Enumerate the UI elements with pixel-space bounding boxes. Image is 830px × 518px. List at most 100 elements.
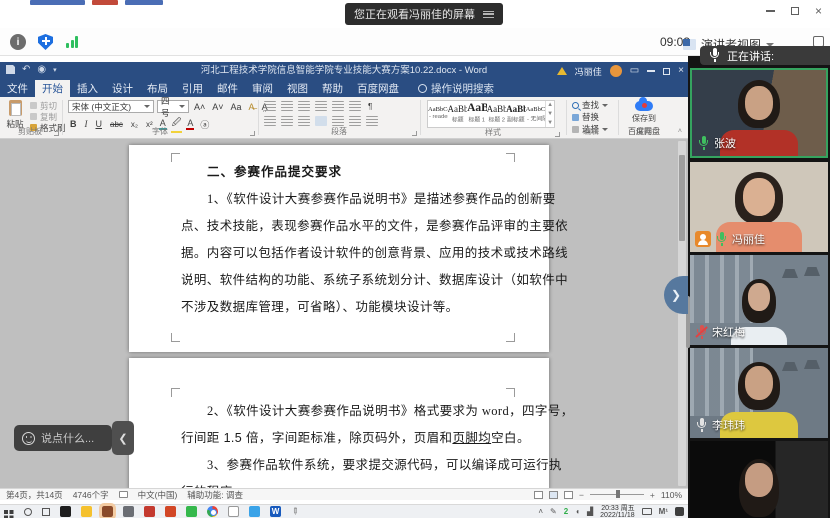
word-app-icon[interactable]: W (270, 506, 281, 517)
style-item[interactable]: AaBt标题 1 (467, 101, 487, 127)
file-explorer-icon[interactable] (81, 506, 92, 517)
tray-expand-icon[interactable]: ˄ (538, 507, 543, 516)
word-count[interactable]: 4746个字 (73, 489, 109, 501)
emoji-icon[interactable] (22, 432, 35, 445)
sort-icon[interactable] (349, 101, 361, 111)
collapse-ribbon-icon[interactable]: ˄ (678, 128, 682, 135)
minimize-icon[interactable] (766, 10, 775, 12)
multilevel-list-icon[interactable] (298, 101, 310, 111)
copy-button[interactable]: 复制 (30, 112, 66, 121)
zoom-slider-thumb[interactable] (616, 490, 620, 498)
replace-button[interactable]: 替换 (572, 112, 608, 122)
cut-button[interactable]: 剪切 (30, 101, 66, 110)
tab-design[interactable]: 设计 (105, 80, 140, 97)
network-icon[interactable]: ▟ (587, 507, 593, 516)
styles-scroll-arrows[interactable]: ▲▼▼ (545, 101, 554, 127)
clear-format-button[interactable]: A̶ (247, 102, 257, 112)
style-item[interactable]: AaBbCcDc- reader (428, 101, 448, 127)
taskbar-app-1[interactable] (60, 506, 71, 517)
increase-indent-icon[interactable] (332, 101, 344, 111)
change-case-button[interactable]: Aa (229, 102, 244, 112)
print-layout-icon[interactable] (549, 491, 558, 499)
zoom-in-icon[interactable]: + (650, 490, 655, 500)
account-name[interactable]: 冯丽佳 (575, 65, 602, 78)
font-name-select[interactable]: 宋体 (中文正文) (68, 100, 154, 113)
zoom-slider[interactable] (590, 494, 644, 495)
tab-home[interactable]: 开始 (35, 80, 70, 97)
tab-references[interactable]: 引用 (175, 80, 210, 97)
style-item[interactable]: AaBbC标题 2 (487, 101, 507, 127)
banner-menu-icon[interactable] (483, 11, 494, 18)
start-button[interactable] (4, 510, 8, 514)
font-size-select[interactable]: 四号 (157, 100, 189, 113)
clipboard-dialog-launcher[interactable] (54, 131, 59, 136)
web-layout-icon[interactable] (564, 491, 573, 499)
tab-baidu-netdisk[interactable]: 百度网盘 (350, 80, 406, 97)
style-item[interactable]: AaBbCcD- 无间隔 (526, 101, 546, 127)
warning-icon[interactable] (557, 67, 567, 75)
zoom-out-icon[interactable]: − (579, 490, 584, 500)
shrink-font-button[interactable]: A˅ (210, 102, 225, 112)
font-dialog-launcher[interactable] (250, 131, 255, 136)
video-tile[interactable]: 李玮玮 (690, 348, 828, 438)
borders-icon[interactable] (366, 116, 378, 126)
line-spacing-icon[interactable] (332, 116, 344, 126)
maximize-icon[interactable] (791, 7, 799, 15)
styles-dialog-launcher[interactable] (555, 132, 560, 137)
chat-input[interactable]: 说点什么... (14, 425, 112, 451)
tab-review[interactable]: 审阅 (245, 80, 280, 97)
avatar[interactable] (610, 65, 622, 77)
action-center-icon[interactable] (675, 507, 684, 516)
taskbar-app-5[interactable] (186, 506, 197, 517)
taskbar-app-3[interactable] (144, 506, 155, 517)
tray-green-badge[interactable]: 2 (564, 507, 568, 516)
style-item[interactable]: AaBbC标题 (448, 101, 468, 127)
word-restore-icon[interactable] (663, 68, 670, 75)
paragraph-dialog-launcher[interactable] (412, 131, 417, 136)
word-close-icon[interactable]: × (678, 66, 684, 76)
language-indicator[interactable]: 中文(中国) (138, 489, 178, 501)
tab-mailings[interactable]: 邮件 (210, 80, 245, 97)
video-tile[interactable]: 宋红梅 (690, 255, 828, 345)
network-signal-icon[interactable] (66, 36, 78, 48)
taskbar-clock[interactable]: 20:33 周五 2022/11/18 (600, 505, 635, 518)
zoom-level[interactable]: 110% (661, 490, 682, 500)
task-view-icon[interactable] (42, 508, 50, 516)
shield-icon[interactable] (38, 34, 53, 50)
justify-icon[interactable] (315, 116, 327, 126)
align-center-icon[interactable] (281, 116, 293, 126)
meeting-app-icon-active[interactable] (102, 506, 113, 517)
grow-font-button[interactable]: A˄ (192, 102, 207, 112)
close-icon[interactable]: × (815, 5, 822, 17)
touch-keyboard-icon[interactable] (642, 508, 652, 515)
scrollbar-thumb[interactable] (679, 155, 685, 241)
video-tile[interactable]: 张波 (690, 68, 828, 158)
tab-view[interactable]: 视图 (280, 80, 315, 97)
tab-help[interactable]: 帮助 (315, 80, 350, 97)
pen-icon[interactable]: ✎ (288, 505, 301, 518)
taskbar-app-2[interactable] (123, 506, 134, 517)
taskbar-app-4[interactable] (165, 506, 176, 517)
search-icon[interactable] (24, 508, 32, 516)
shading-icon[interactable] (349, 116, 361, 126)
tab-insert[interactable]: 插入 (70, 80, 105, 97)
bullets-icon[interactable] (264, 101, 276, 111)
numbering-icon[interactable] (281, 101, 293, 111)
input-method-indicator[interactable]: M¹ (659, 507, 668, 516)
volume-icon[interactable]: ◖ (575, 507, 580, 516)
read-mode-icon[interactable] (534, 491, 543, 499)
word-minimize-icon[interactable] (647, 70, 655, 71)
align-right-icon[interactable] (298, 116, 310, 126)
video-tile[interactable]: 雷迪 (690, 441, 828, 518)
show-marks-button[interactable]: ¶ (366, 102, 374, 111)
style-item[interactable]: AaBbC副标题 (506, 101, 526, 127)
chrome-icon[interactable] (207, 506, 218, 517)
decrease-indent-icon[interactable] (315, 101, 327, 111)
document-page-1[interactable]: 二、参赛作品提交要求 1、《软件设计大赛参赛作品说明书》是描述参赛作品的创新要 … (129, 145, 549, 352)
photos-app-icon[interactable] (249, 506, 260, 517)
align-left-icon[interactable] (264, 116, 276, 126)
document-page-2[interactable]: 2、《软件设计大赛参赛作品说明书》格式要求为 word，四字号， 行间距 1.5… (129, 358, 549, 488)
tab-file[interactable]: 文件 (0, 80, 35, 97)
spellcheck-icon[interactable] (119, 491, 128, 498)
taskbar-app-6[interactable] (228, 506, 239, 517)
